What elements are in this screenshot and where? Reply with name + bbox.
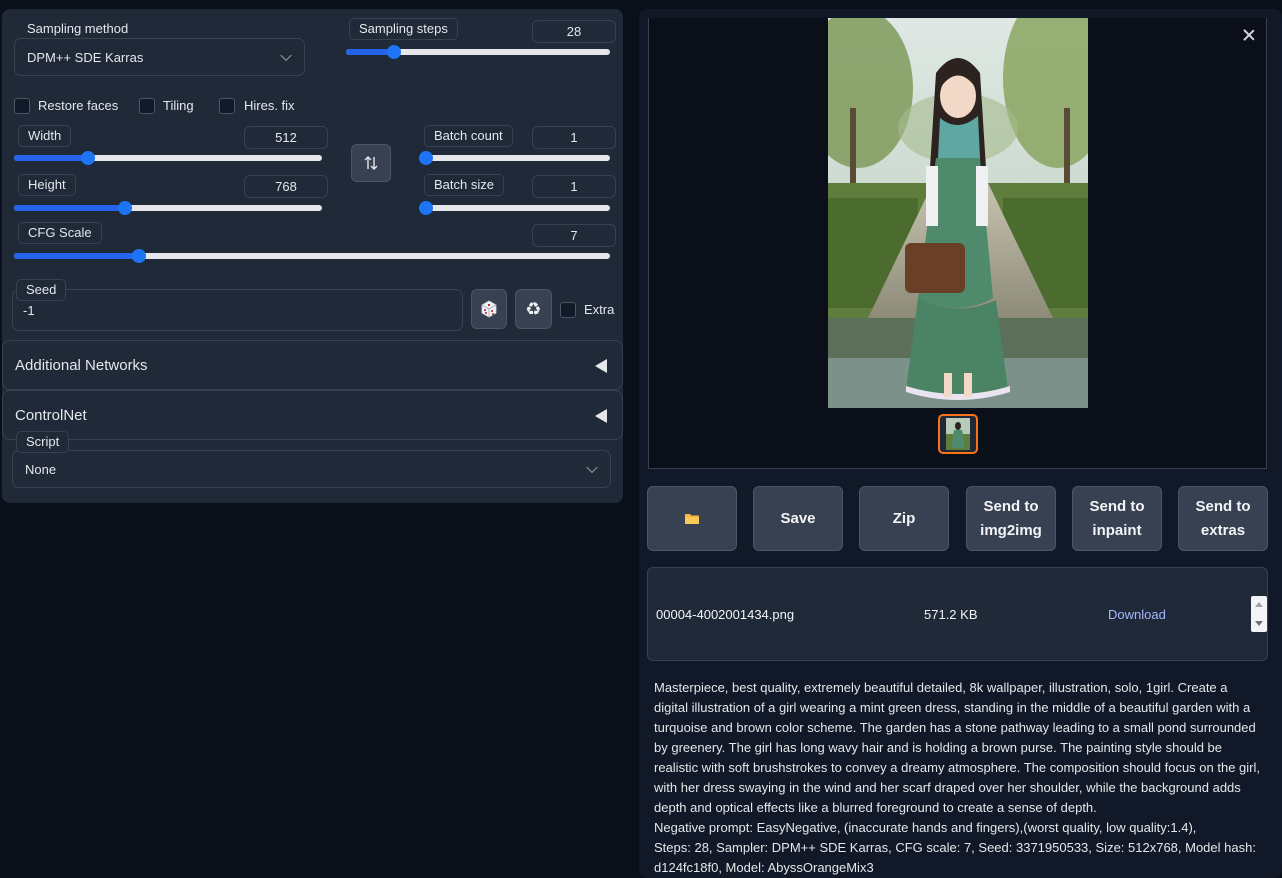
script-value: None [25,461,57,477]
slider-thumb[interactable] [419,151,433,165]
slider-thumb[interactable] [80,151,95,165]
zip-button[interactable]: Zip [859,486,949,551]
generated-image-picture [828,18,1088,408]
collapse-triangle-icon [595,359,607,373]
additional-networks-accordion[interactable]: Additional Networks [2,340,623,390]
slider-thumb[interactable] [117,201,132,215]
batch-count-slider[interactable] [419,151,610,165]
seed-label: Seed [16,279,67,301]
sampling-method-dropdown[interactable]: DPM++ SDE Karras [14,38,305,76]
scroll-up-icon[interactable] [1255,602,1263,607]
dice-icon [481,300,497,318]
extra-checkbox[interactable] [560,302,576,318]
file-download-box: 00004-4002001434.png 571.2 KB Download [647,567,1268,661]
random-seed-button[interactable] [471,289,507,329]
slider-fill [14,155,88,161]
chevron-down-icon [586,461,598,474]
gallery-thumbnail[interactable] [938,414,978,454]
seed-field[interactable]: -1 [12,289,463,331]
cfg-scale-input[interactable]: 7 [532,224,616,247]
tiling-checkbox[interactable] [139,98,155,114]
swap-dimensions-button[interactable] [351,144,391,182]
send-to-extras-button[interactable]: Send to extras [1178,486,1268,551]
batch-size-slider[interactable] [419,201,610,215]
batch-size-input[interactable]: 1 [532,175,616,198]
width-label: Width [18,125,72,147]
restore-faces-checkbox[interactable] [14,98,30,114]
batch-count-input[interactable]: 1 [532,126,616,149]
restore-faces-label: Restore faces [38,98,119,113]
height-input[interactable]: 768 [244,175,328,198]
reuse-seed-button[interactable]: ♻ [515,289,552,329]
hires-fix-label: Hires. fix [244,98,295,113]
slider-fill [14,253,140,259]
sampling-method-label: Sampling method [27,21,129,36]
controlnet-accordion[interactable]: ControlNet [2,390,623,440]
open-folder-button[interactable] [647,486,737,551]
swap-vertical-icon [364,156,378,170]
close-icon[interactable] [1242,28,1256,42]
slider-fill [14,205,125,211]
file-size: 571.2 KB [924,607,978,622]
cfg-scale-slider[interactable] [14,249,610,263]
download-link[interactable]: Download [1108,607,1166,622]
send-to-inpaint-button[interactable]: Send to inpaint [1072,486,1162,551]
additional-networks-title: Additional Networks [15,356,148,374]
script-dropdown[interactable]: None [12,450,611,488]
sampling-steps-label: Sampling steps [349,18,458,40]
controlnet-title: ControlNet [15,406,87,424]
scroll-down-icon[interactable] [1255,621,1263,626]
folder-icon [685,514,699,524]
generation-info-text: Masterpiece, best quality, extremely bea… [654,680,1260,875]
width-input[interactable]: 512 [244,126,328,149]
cfg-scale-label: CFG Scale [18,222,102,244]
save-button[interactable]: Save [753,486,843,551]
slider-thumb[interactable] [419,201,433,215]
file-name: 00004-4002001434.png [656,607,795,622]
recycle-icon: ♻ [525,298,542,320]
scrollbar[interactable] [1251,596,1267,632]
generated-image[interactable] [828,18,1088,408]
slider-thumb[interactable] [386,45,401,59]
width-slider[interactable] [14,151,322,165]
thumbnail-picture [946,418,970,450]
collapse-triangle-icon [595,409,607,423]
batch-count-label: Batch count [424,125,513,147]
chevron-down-icon [280,49,292,62]
height-label: Height [18,174,76,196]
extra-label: Extra [584,302,615,317]
sampling-steps-input[interactable]: 28 [532,20,616,43]
send-to-img2img-button[interactable]: Send to img2img [966,486,1056,551]
script-label: Script [16,431,70,453]
height-slider[interactable] [14,201,322,215]
hires-fix-checkbox[interactable] [219,98,235,114]
sampling-method-value: DPM++ SDE Karras [27,49,144,65]
seed-value: -1 [23,303,35,318]
tiling-label: Tiling [163,98,194,113]
sampling-steps-slider[interactable] [346,45,610,59]
batch-size-label: Batch size [424,174,504,196]
